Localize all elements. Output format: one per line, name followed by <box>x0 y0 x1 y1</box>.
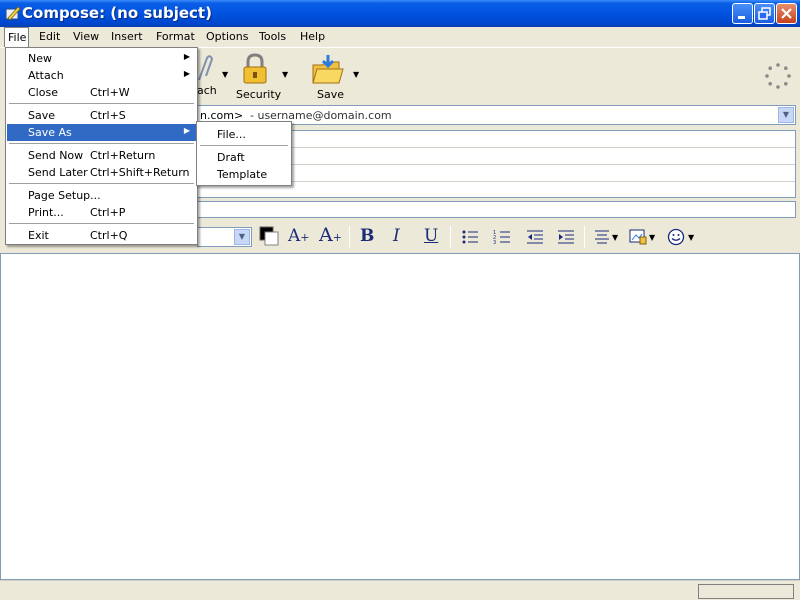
align-icon[interactable] <box>594 229 610 245</box>
menu-separator <box>9 223 194 224</box>
bold-button[interactable]: B <box>360 226 374 246</box>
menu-format[interactable]: Format <box>156 30 195 43</box>
close-icon <box>781 8 792 19</box>
menu-item-attach[interactable]: Attach ▶ <box>7 67 196 84</box>
minimize-icon <box>738 16 745 19</box>
insert-object-icon[interactable] <box>629 228 647 245</box>
submenu-item-draft[interactable]: Draft <box>198 149 290 166</box>
toolbar-separator <box>450 226 451 248</box>
subject-input[interactable] <box>197 201 796 218</box>
font-family-dropdown-icon[interactable]: ▼ <box>234 229 250 245</box>
file-menu-dropdown: New ▶ Attach ▶ Close Ctrl+W Save Ctrl+S … <box>5 47 198 245</box>
menu-item-print[interactable]: Print... Ctrl+P <box>7 204 196 221</box>
menu-item-send-later[interactable]: Send Later Ctrl+Shift+Return <box>7 164 196 181</box>
menu-separator <box>9 143 194 144</box>
menu-item-new[interactable]: New ▶ <box>7 50 196 67</box>
bullet-list-icon[interactable] <box>461 229 479 245</box>
restore-button[interactable] <box>754 3 775 24</box>
menu-edit[interactable]: Edit <box>39 30 60 43</box>
submenu-arrow-icon: ▶ <box>183 52 190 61</box>
font-family-select[interactable]: ▼ <box>197 227 252 247</box>
save-folder-icon <box>312 55 344 84</box>
message-body-editor[interactable] <box>0 253 800 580</box>
menu-item-close[interactable]: Close Ctrl+W <box>7 84 196 101</box>
indent-icon[interactable] <box>557 229 575 245</box>
numbered-list-icon[interactable]: 123 <box>493 229 511 245</box>
attach-dropdown-icon[interactable]: ▼ <box>222 70 228 79</box>
menu-insert[interactable]: Insert <box>111 30 143 43</box>
menu-bar: File Edit View Insert Format Options Too… <box>0 27 800 47</box>
save-label: Save <box>317 88 345 101</box>
menu-item-save[interactable]: Save Ctrl+S <box>7 107 196 124</box>
minimize-button[interactable] <box>732 3 753 24</box>
menu-item-exit[interactable]: Exit Ctrl+Q <box>7 227 196 244</box>
restore-icon <box>758 7 771 20</box>
font-smaller-button[interactable]: A+ <box>288 226 310 246</box>
align-dropdown-icon[interactable]: ▼ <box>612 233 618 242</box>
attach-icon[interactable] <box>197 54 215 84</box>
close-button[interactable] <box>776 3 797 24</box>
outdent-icon[interactable] <box>526 229 544 245</box>
menu-options[interactable]: Options <box>206 30 248 43</box>
submenu-arrow-icon: ▶ <box>183 69 190 78</box>
smiley-dropdown-icon[interactable]: ▼ <box>688 233 694 242</box>
throbber-icon <box>765 63 791 89</box>
submenu-arrow-icon: ▶ <box>183 126 190 135</box>
save-button[interactable]: Save <box>308 52 348 101</box>
menu-item-page-setup[interactable]: Page Setup... <box>7 187 196 204</box>
menu-view[interactable]: View <box>73 30 99 43</box>
submenu-item-file[interactable]: File... <box>198 126 290 143</box>
menu-help[interactable]: Help <box>300 30 325 43</box>
status-panel <box>698 584 794 599</box>
menu-item-save-as[interactable]: Save As ▶ <box>7 124 196 141</box>
menu-separator <box>9 183 194 184</box>
save-dropdown-icon[interactable]: ▼ <box>353 70 359 79</box>
window-title: Compose: (no subject) <box>22 4 212 22</box>
attach-label[interactable]: ach <box>197 84 217 97</box>
compose-app-icon <box>5 6 21 21</box>
insert-dropdown-icon[interactable]: ▼ <box>649 233 655 242</box>
save-as-submenu: File... Draft Template <box>196 121 292 186</box>
title-bar: Compose: (no subject) <box>0 0 800 27</box>
italic-button[interactable]: I <box>393 226 400 246</box>
status-bar <box>0 580 800 600</box>
smiley-icon[interactable] <box>667 228 685 246</box>
security-label: Security <box>236 88 282 101</box>
underline-button[interactable]: U <box>424 226 438 246</box>
menu-file[interactable]: File <box>4 27 29 47</box>
menu-separator <box>9 103 194 104</box>
toolbar-separator <box>584 226 585 248</box>
text-color-icon[interactable] <box>258 226 280 246</box>
menu-separator <box>200 145 288 146</box>
toolbar-separator <box>349 226 350 248</box>
svg-text:3: 3 <box>493 240 496 245</box>
menu-item-send-now[interactable]: Send Now Ctrl+Return <box>7 147 196 164</box>
submenu-item-template[interactable]: Template <box>198 166 290 183</box>
font-larger-button[interactable]: A+ <box>319 224 342 246</box>
security-dropdown-icon[interactable]: ▼ <box>282 70 288 79</box>
from-dropdown-icon[interactable]: ▼ <box>778 107 794 123</box>
menu-tools[interactable]: Tools <box>259 30 286 43</box>
security-button[interactable]: Security <box>236 52 282 101</box>
lock-icon <box>243 53 267 84</box>
